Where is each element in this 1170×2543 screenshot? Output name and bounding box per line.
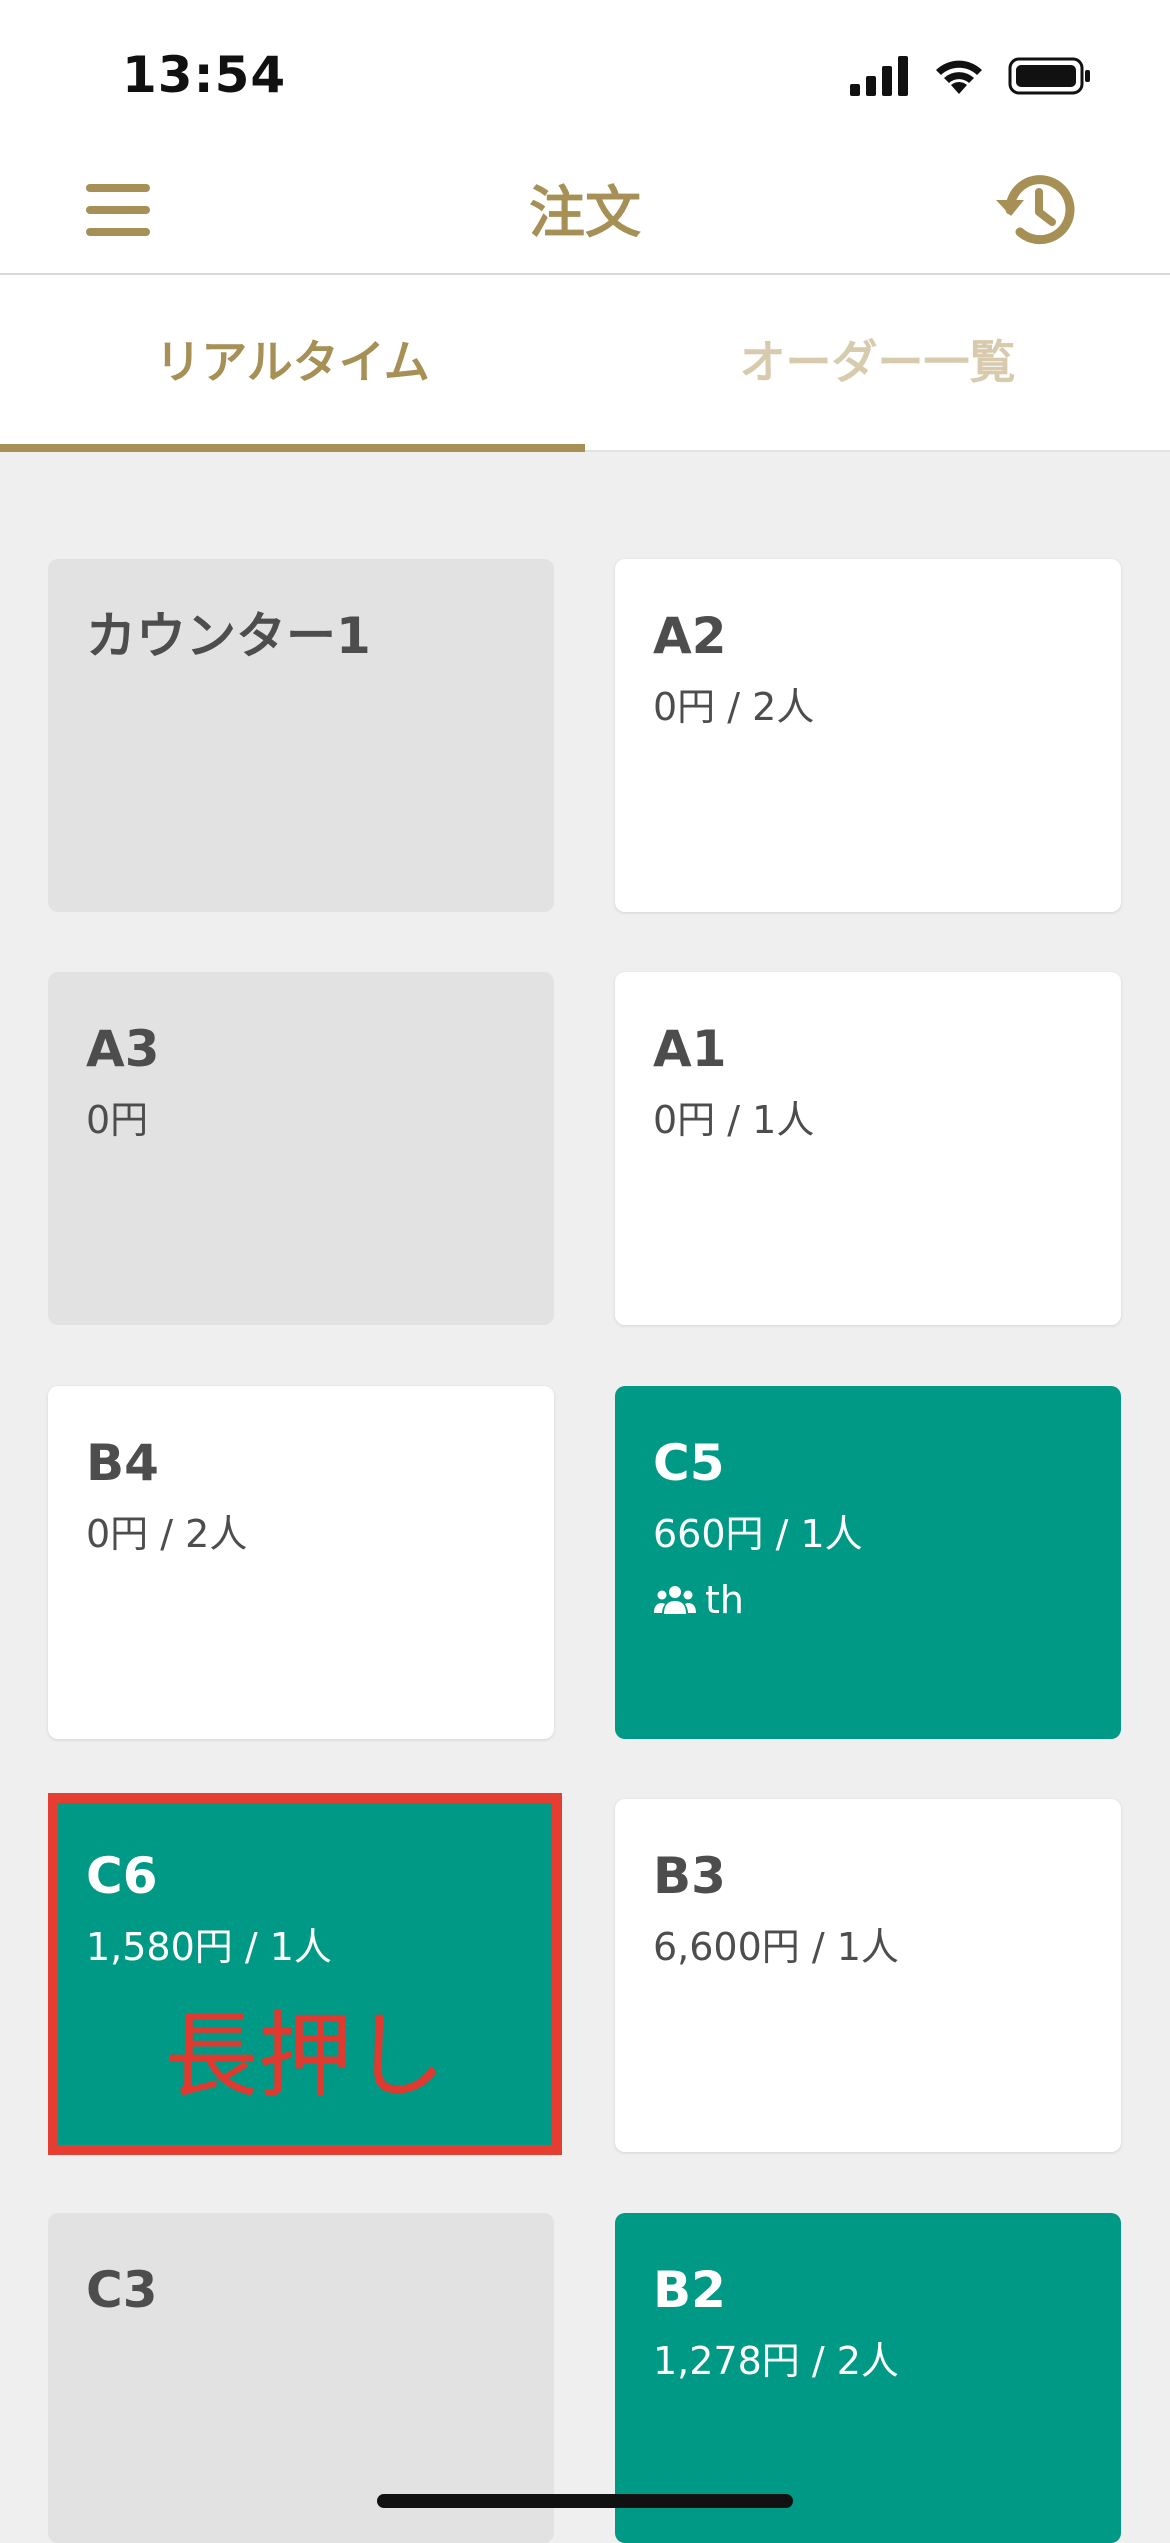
table-card-a1[interactable]: A1 0円 / 1人 xyxy=(615,972,1121,1325)
history-icon xyxy=(996,175,1075,245)
status-bar: 13:54 xyxy=(0,0,1170,140)
staff-name: th xyxy=(705,1578,744,1622)
table-staff: th xyxy=(653,1572,1083,1628)
table-name: B3 xyxy=(653,1847,726,1905)
signal-icon xyxy=(850,56,908,96)
table-detail: 1,278円 / 2人 xyxy=(653,2339,899,2383)
table-card-b4[interactable]: B4 0円 / 2人 xyxy=(48,1386,554,1739)
status-icons xyxy=(850,56,1092,96)
wifi-icon xyxy=(936,60,982,94)
table-detail: 0円 / 1人 xyxy=(653,1098,815,1142)
table-name: B2 xyxy=(653,2261,726,2319)
table-name: A3 xyxy=(86,1020,160,1078)
table-detail: 660円 / 1人 xyxy=(653,1512,863,1556)
table-name: A1 xyxy=(653,1020,727,1078)
table-detail: 6,600円 / 1人 xyxy=(653,1925,899,1969)
table-card-counter1[interactable]: カウンター1 xyxy=(48,559,554,912)
tab-bar: リアルタイム オーダー一覧 xyxy=(0,275,1170,452)
home-indicator[interactable] xyxy=(377,2494,793,2508)
app-header: 注文 xyxy=(0,140,1170,275)
long-press-annotation: 長押し xyxy=(163,2002,446,2111)
table-name: カウンター1 xyxy=(86,607,371,665)
table-name: B4 xyxy=(86,1434,159,1492)
tab-order-list[interactable]: オーダー一覧 xyxy=(585,275,1170,450)
table-card-a3[interactable]: A3 0円 xyxy=(48,972,554,1325)
table-detail: 1,580円 / 1人 xyxy=(86,1925,332,1969)
table-grid: カウンター1 A2 0円 / 2人 A3 0円 A1 0円 / 1人 B4 0円… xyxy=(0,452,1170,2543)
users-icon xyxy=(654,1586,696,1614)
history-button[interactable] xyxy=(994,168,1078,252)
table-name: C5 xyxy=(653,1434,725,1492)
table-card-a2[interactable]: A2 0円 / 2人 xyxy=(615,559,1121,912)
battery-icon xyxy=(1008,57,1090,95)
table-name: C6 xyxy=(86,1847,158,1905)
table-name: C3 xyxy=(86,2261,158,2319)
table-name: A2 xyxy=(653,607,727,665)
table-detail: 0円 xyxy=(86,1098,149,1142)
status-time: 13:54 xyxy=(122,46,287,104)
table-card-c5[interactable]: C5 660円 / 1人 th xyxy=(615,1386,1121,1739)
table-detail: 0円 / 2人 xyxy=(653,685,815,729)
tab-realtime[interactable]: リアルタイム xyxy=(0,275,585,452)
table-card-b3[interactable]: B3 6,600円 / 1人 xyxy=(615,1799,1121,2152)
table-detail: 0円 / 2人 xyxy=(86,1512,248,1556)
